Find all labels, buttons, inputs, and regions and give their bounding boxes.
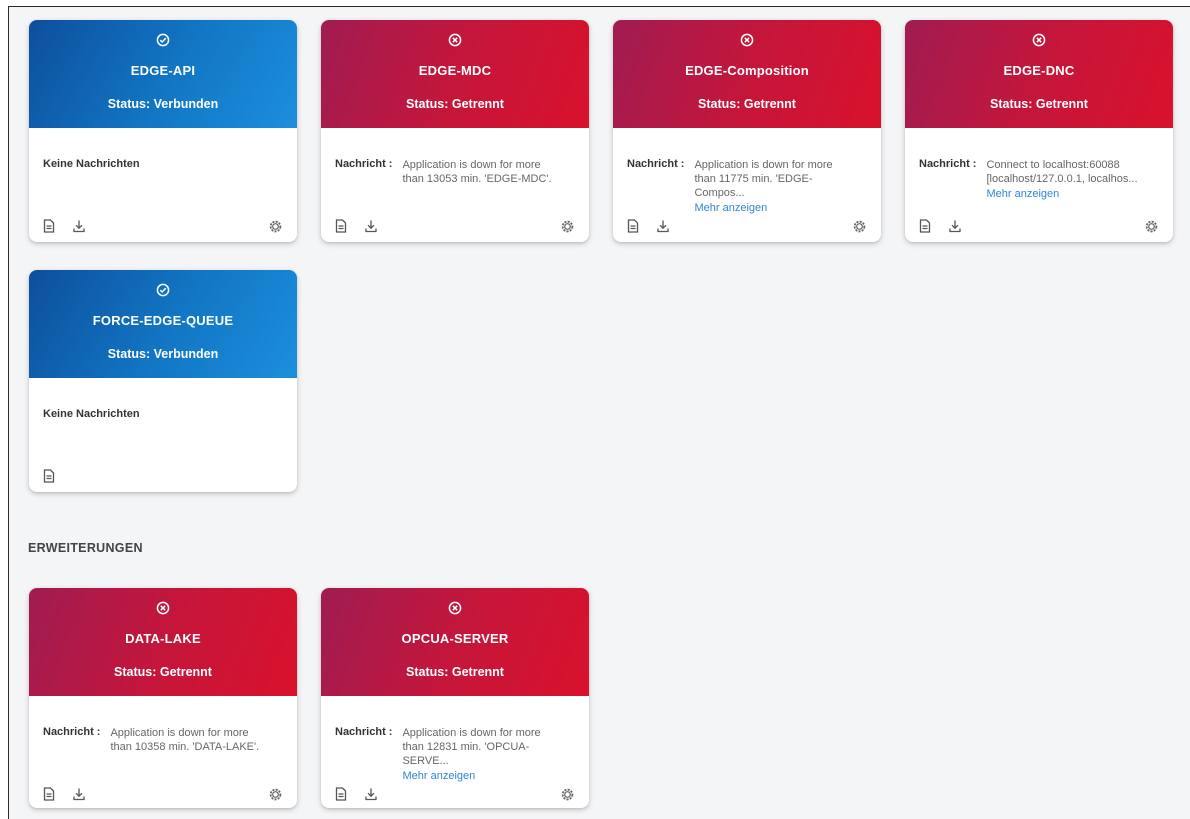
message-label: Nachricht :	[627, 158, 685, 170]
card-opcua-server: OPCUA-SERVER Status: Getrennt Nachricht …	[321, 588, 589, 808]
message-label: Nachricht :	[335, 726, 393, 738]
card-actions	[625, 218, 867, 234]
card-actions	[41, 786, 283, 802]
card-status: Status: Getrennt	[114, 665, 212, 679]
message-container: Application is down for more than 11775 …	[694, 158, 854, 215]
card-header: FORCE-EDGE-QUEUE Status: Verbunden	[29, 270, 297, 378]
card-body: Nachricht : Application is down for more…	[29, 696, 297, 808]
download-icon[interactable]	[947, 218, 963, 234]
card-title: DATA-LAKE	[125, 631, 201, 646]
document-icon[interactable]	[917, 218, 933, 234]
gear-icon[interactable]	[851, 218, 867, 234]
download-icon[interactable]	[363, 786, 379, 802]
card-header: EDGE-DNC Status: Getrennt	[905, 20, 1173, 128]
card-edge-dnc: EDGE-DNC Status: Getrennt Nachricht : Co…	[905, 20, 1173, 242]
extensions-section-title: ERWEITERUNGEN	[28, 541, 143, 555]
card-status: Status: Getrennt	[406, 665, 504, 679]
message-text: Application is down for more than 10358 …	[110, 727, 260, 753]
document-icon[interactable]	[41, 786, 57, 802]
card-status: Status: Verbunden	[107, 97, 219, 111]
card-header: EDGE-API Status: Verbunden	[29, 20, 297, 128]
check-circle-icon	[155, 282, 171, 298]
card-body: Nachricht : Application is down for more…	[321, 696, 589, 808]
document-icon[interactable]	[333, 786, 349, 802]
message-row: Nachricht : Application is down for more…	[43, 726, 283, 754]
card-title: EDGE-Composition	[685, 63, 809, 78]
gear-icon[interactable]	[559, 786, 575, 802]
show-more-link[interactable]: Mehr anzeigen	[986, 187, 1146, 201]
card-title: OPCUA-SERVER	[401, 631, 509, 646]
card-edge-composition: EDGE-Composition Status: Getrennt Nachri…	[613, 20, 881, 242]
card-status: Status: Verbunden	[107, 347, 219, 361]
message-label: Nachricht :	[43, 726, 101, 738]
x-circle-icon	[1031, 32, 1047, 48]
card-edge-mdc: EDGE-MDC Status: Getrennt Nachricht : Ap…	[321, 20, 589, 242]
card-status: Status: Getrennt	[990, 97, 1088, 111]
card-actions	[333, 786, 575, 802]
card-body: Nachricht : Application is down for more…	[613, 128, 881, 242]
card-header: EDGE-MDC Status: Getrennt	[321, 20, 589, 128]
gear-icon[interactable]	[267, 218, 283, 234]
message-label: Nachricht :	[919, 158, 977, 170]
message-container: Connect to localhost:60088 [localhost/12…	[986, 158, 1146, 201]
x-circle-icon	[155, 600, 171, 616]
message-text: Application is down for more than 11775 …	[694, 159, 833, 199]
message-row: Nachricht : Application is down for more…	[335, 158, 575, 186]
card-header: DATA-LAKE Status: Getrennt	[29, 588, 297, 696]
gear-icon[interactable]	[1143, 218, 1159, 234]
message-text: Connect to localhost:60088 [localhost/12…	[986, 159, 1138, 185]
card-body: Nachricht : Connect to localhost:60088 […	[905, 128, 1173, 242]
card-title: FORCE-EDGE-QUEUE	[92, 313, 234, 328]
card-header: EDGE-Composition Status: Getrennt	[613, 20, 881, 128]
gear-icon[interactable]	[559, 218, 575, 234]
download-icon[interactable]	[71, 218, 87, 234]
download-icon[interactable]	[363, 218, 379, 234]
card-actions	[333, 218, 575, 234]
message-row: Nachricht : Application is down for more…	[335, 726, 575, 783]
message-text: Application is down for more than 13053 …	[402, 159, 552, 185]
card-actions	[41, 218, 283, 234]
x-circle-icon	[739, 32, 755, 48]
message-row: Nachricht : Application is down for more…	[627, 158, 867, 215]
show-more-link[interactable]: Mehr anzeigen	[402, 769, 562, 783]
card-data-lake: DATA-LAKE Status: Getrennt Nachricht : A…	[29, 588, 297, 808]
x-circle-icon	[447, 600, 463, 616]
message-row: Nachricht : Connect to localhost:60088 […	[919, 158, 1159, 201]
card-status: Status: Getrennt	[698, 97, 796, 111]
document-icon[interactable]	[41, 218, 57, 234]
card-body: Keine Nachrichten	[29, 128, 297, 242]
message-container: Application is down for more than 12831 …	[402, 726, 562, 783]
card-body: Keine Nachrichten	[29, 378, 297, 492]
card-title: EDGE-DNC	[1003, 63, 1075, 78]
card-force-edge-queue: FORCE-EDGE-QUEUE Status: Verbunden Keine…	[29, 270, 297, 492]
x-circle-icon	[447, 32, 463, 48]
gear-icon[interactable]	[267, 786, 283, 802]
card-body: Nachricht : Application is down for more…	[321, 128, 589, 242]
download-icon[interactable]	[71, 786, 87, 802]
message-text: Application is down for more than 12831 …	[402, 727, 541, 767]
document-icon[interactable]	[333, 218, 349, 234]
no-messages-text: Keine Nachrichten	[43, 408, 140, 420]
card-title: EDGE-MDC	[418, 63, 492, 78]
check-circle-icon	[155, 32, 171, 48]
card-actions	[41, 468, 283, 484]
message-label: Nachricht :	[335, 158, 393, 170]
document-icon[interactable]	[41, 468, 57, 484]
no-messages-text: Keine Nachrichten	[43, 158, 140, 170]
show-more-link[interactable]: Mehr anzeigen	[694, 201, 854, 215]
download-icon[interactable]	[655, 218, 671, 234]
card-status: Status: Getrennt	[406, 97, 504, 111]
card-edge-api: EDGE-API Status: Verbunden Keine Nachric…	[29, 20, 297, 242]
document-icon[interactable]	[625, 218, 641, 234]
card-actions	[917, 218, 1159, 234]
card-header: OPCUA-SERVER Status: Getrennt	[321, 588, 589, 696]
card-title: EDGE-API	[130, 63, 196, 78]
